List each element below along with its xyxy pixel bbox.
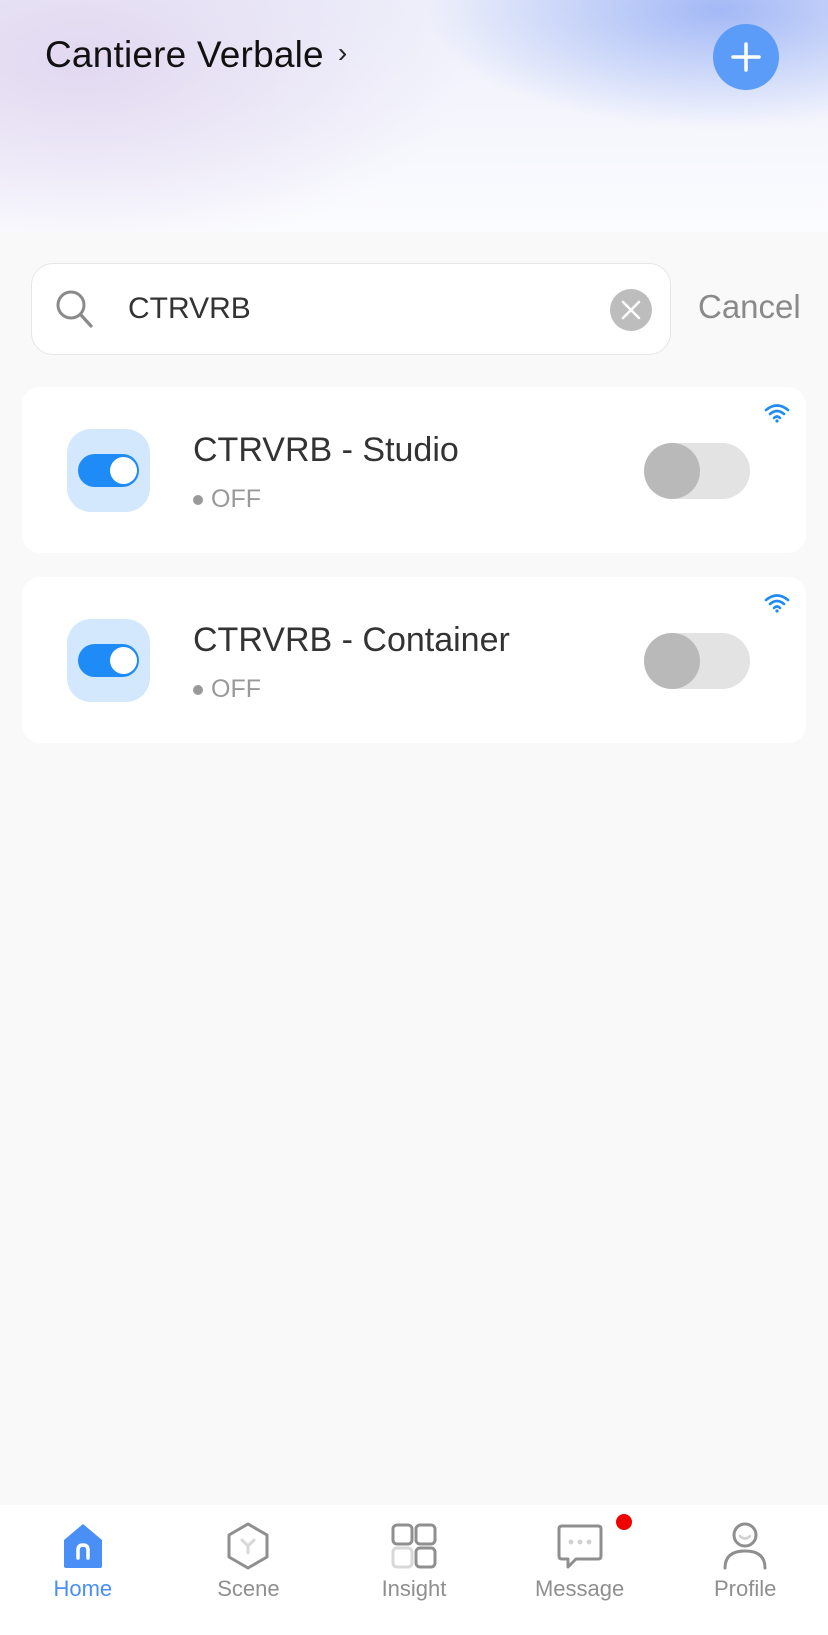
profile-icon [723, 1522, 767, 1570]
plus-icon [731, 42, 761, 72]
add-device-button[interactable] [713, 24, 779, 90]
power-toggle[interactable] [644, 633, 750, 689]
switch-device-icon [67, 619, 150, 702]
insight-icon [391, 1523, 437, 1569]
tab-profile[interactable]: Profile [662, 1505, 828, 1635]
search-icon [56, 290, 93, 328]
tab-label: Message [534, 1576, 625, 1601]
status-text: OFF [211, 675, 261, 703]
tab-scene[interactable]: Scene [166, 1505, 332, 1635]
chevron-right-icon: › [337, 37, 348, 68]
clear-search-button[interactable] [610, 289, 652, 331]
tab-insight[interactable]: Insight [331, 1505, 497, 1635]
header-banner: Cantiere Verbale › [0, 0, 828, 232]
status-text: OFF [211, 485, 261, 513]
cancel-button[interactable]: Cancel [698, 288, 801, 326]
search-bar [31, 263, 671, 355]
search-input[interactable] [128, 286, 588, 332]
power-toggle[interactable] [644, 443, 750, 499]
device-card[interactable]: CTRVRB - Container OFF [22, 577, 806, 743]
device-status: OFF [193, 485, 261, 514]
device-status: OFF [193, 675, 261, 704]
tab-label: Home [53, 1576, 113, 1601]
notification-badge [615, 1514, 632, 1530]
device-card[interactable]: CTRVRB - Studio OFF [22, 387, 806, 553]
wifi-icon [764, 404, 790, 423]
home-icon [63, 1524, 102, 1568]
status-dot-icon [193, 684, 203, 695]
tab-label: Scene [217, 1576, 280, 1601]
close-icon [621, 300, 641, 320]
tab-message[interactable]: Message [497, 1505, 663, 1635]
status-dot-icon [193, 494, 203, 505]
home-name: Cantiere Verbale [45, 34, 324, 75]
bottom-tab-bar: Home Scene Insight Message Profile [0, 1505, 828, 1635]
toggle-knob [644, 443, 700, 499]
toggle-knob [644, 633, 700, 689]
device-name: CTRVRB - Studio [193, 431, 459, 469]
home-selector[interactable]: Cantiere Verbale › [45, 34, 347, 76]
tab-label: Insight [381, 1576, 447, 1601]
device-name: CTRVRB - Container [193, 621, 510, 659]
switch-device-icon [67, 429, 150, 512]
tab-label: Profile [713, 1576, 777, 1601]
scene-icon [227, 1522, 269, 1570]
wifi-icon [764, 594, 790, 613]
tab-home[interactable]: Home [0, 1505, 166, 1635]
message-icon [557, 1524, 603, 1569]
